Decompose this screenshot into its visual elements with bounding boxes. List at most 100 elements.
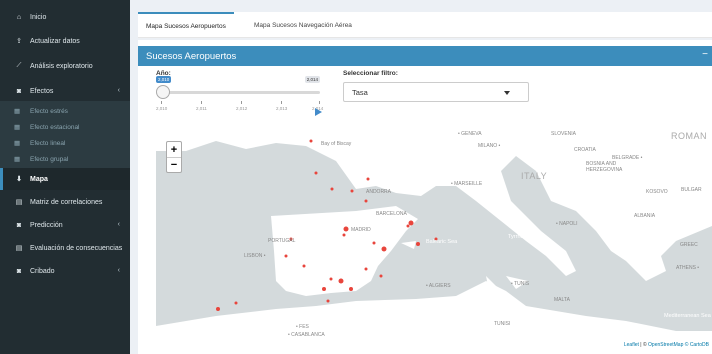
map-attribution: Leaflet | © OpenStreetMap © CartoDB xyxy=(620,342,712,348)
panel-title: Sucesos Aeropuertos xyxy=(146,50,237,62)
map-label-country: BULGAR xyxy=(681,187,702,193)
slider-tick-label: 2,011 xyxy=(196,106,207,111)
map-label-country: PORTUGAL xyxy=(268,238,296,244)
slider-track[interactable] xyxy=(160,91,320,94)
map-label-country: ITALY xyxy=(521,171,548,181)
sidebar-item-label: Predicción xyxy=(30,221,63,229)
map-label-city: • FES xyxy=(296,324,309,330)
sidebar-subitem-label: Efecto estacional xyxy=(30,123,80,131)
land-africa xyxy=(156,281,712,348)
sidebar-item-label: Mapa xyxy=(30,175,48,183)
sidebar-item-analisis-exploratorio[interactable]: ⟋ Análisis exploratorio xyxy=(0,55,130,77)
sidebar-subitem-label: Efecto lineal xyxy=(30,139,66,147)
map-label-city: MILANO • xyxy=(478,143,501,149)
map-marker-icon: ⬇ xyxy=(16,176,22,183)
slider-tick xyxy=(319,101,320,104)
map-label-city: • TUNIS xyxy=(511,281,530,287)
sidebar-item-evaluacion-consecuencias[interactable]: ▤ Evaluación de consecuencias xyxy=(0,237,130,259)
sidebar-item-label: Cribado xyxy=(30,267,55,275)
map-label-country: ANDORRA xyxy=(366,189,392,195)
chevron-left-icon: ‹ xyxy=(117,221,120,228)
zoom-control: + − xyxy=(166,141,182,173)
sidebar-subitem-efecto-lineal[interactable]: ▦ Efecto lineal xyxy=(0,135,130,151)
land-balearic xyxy=(401,241,416,249)
sidebar-subitem-efecto-grupal[interactable]: ▦ Efecto grupal xyxy=(0,151,130,167)
map-label-city: • GENEVA xyxy=(458,131,482,137)
map-label-city: ATHENS • xyxy=(676,265,700,271)
osm-link[interactable]: OpenStreetMap xyxy=(648,342,683,348)
tab-mapa-sucesos-aeropuertos[interactable]: Mapa Sucesos Aeropuertos xyxy=(138,12,234,38)
attribution-separator: | © xyxy=(638,342,649,348)
map-label-city: • MARSEILLE xyxy=(451,181,483,187)
land-iberia xyxy=(271,206,418,296)
map-label-sea: Bay of Biscay xyxy=(321,141,352,147)
land-europe xyxy=(156,131,712,281)
sidebar-item-matriz-correlaciones[interactable]: ▤ Matriz de correlaciones xyxy=(0,191,130,213)
slider-handle[interactable] xyxy=(156,85,170,99)
map-label-city: • NAPOLI xyxy=(556,221,578,227)
main-content: Mapa Sucesos Aeropuertos Mapa Sucesos Na… xyxy=(130,0,712,354)
play-button[interactable] xyxy=(315,108,322,116)
sidebar-submenu-efectos: ▦ Efecto estrés ▦ Efecto estacional ▦ Ef… xyxy=(0,101,130,169)
map-label-sea: Tyrrhenian Sea xyxy=(508,234,546,240)
tab-bar: Mapa Sucesos Aeropuertos Mapa Sucesos Na… xyxy=(138,12,712,38)
slider-tick xyxy=(201,101,202,104)
sidebar-item-prediccion[interactable]: ◙ Predicción ‹ xyxy=(0,214,130,236)
map-label-country: ROMAN xyxy=(671,131,707,141)
car-icon: ◙ xyxy=(16,267,22,275)
calendar-icon: ▦ xyxy=(14,108,21,115)
sidebar-subitem-label: Efecto grupal xyxy=(30,155,69,163)
slider-tick xyxy=(161,101,162,104)
map-label-country: TUNISI xyxy=(494,321,511,327)
chevron-left-icon: ‹ xyxy=(117,87,120,94)
line-chart-icon: ⟋ xyxy=(16,62,22,69)
calendar-icon: ▦ xyxy=(14,156,21,163)
map-label-country: BOSNIA AND HERZEGOVINA xyxy=(586,161,623,173)
filter-label: Seleccionar filtro: xyxy=(343,70,398,77)
map-label-city: • CASABLANCA xyxy=(288,332,325,338)
sidebar-item-label: Análisis exploratorio xyxy=(30,62,93,70)
collapse-button[interactable]: − xyxy=(702,49,708,60)
slider-tick-label: 2,012 xyxy=(236,106,248,111)
chevron-left-icon: ‹ xyxy=(117,267,120,274)
sidebar-item-label: Actualizar datos xyxy=(30,37,80,45)
filter-select[interactable]: Tasa xyxy=(343,82,529,102)
map-label-country: KOSOVO xyxy=(646,189,668,195)
map-label-country: MALTA xyxy=(554,297,570,303)
calendar-icon: ▦ xyxy=(14,124,21,131)
map-view[interactable]: Bay of Biscay • GENEVA MILANO • SLOVENIA… xyxy=(156,131,712,348)
map-label-city: MADRID xyxy=(351,227,371,233)
sidebar-item-efectos[interactable]: ◙ Efectos ‹ xyxy=(0,80,130,102)
caret-down-icon xyxy=(504,91,510,95)
sidebar-item-label: Efectos xyxy=(30,87,54,95)
map-label-country: SLOVENIA xyxy=(551,131,577,137)
sidebar-item-mapa[interactable]: ⬇ Mapa xyxy=(0,168,130,190)
sidebar-subitem-efecto-estacional[interactable]: ▦ Efecto estacional xyxy=(0,119,130,135)
slider-max-value: 2,014 xyxy=(304,76,320,83)
zoom-in-button[interactable]: + xyxy=(167,142,181,157)
map-label-country: CROATIA xyxy=(574,147,596,153)
sidebar-item-label: Matriz de correlaciones xyxy=(30,198,103,206)
filter-selected-value: Tasa xyxy=(352,87,368,97)
tab-mapa-sucesos-navegacion-aerea[interactable]: Mapa Sucesos Navegación Aérea xyxy=(246,12,360,38)
sidebar-subitem-label: Efecto estrés xyxy=(30,107,68,115)
sidebar-item-actualizar-datos[interactable]: ⇪ Actualizar datos xyxy=(0,30,130,52)
slider-tick-label: 2,013 xyxy=(276,106,288,111)
leaflet-link[interactable]: Leaflet xyxy=(624,342,639,348)
sidebar: ⌂ Inicio ⇪ Actualizar datos ⟋ Análisis e… xyxy=(0,0,130,354)
year-slider[interactable]: 2,010 2,014 2,010 2,011 2,012 2,013 2,01… xyxy=(156,76,326,119)
table-icon: ▤ xyxy=(15,245,23,252)
sidebar-item-inicio[interactable]: ⌂ Inicio xyxy=(0,6,130,28)
upload-icon: ⇪ xyxy=(16,38,22,45)
slider-tick xyxy=(241,101,242,104)
table-icon: ▤ xyxy=(15,199,23,206)
sidebar-item-cribado[interactable]: ◙ Cribado ‹ xyxy=(0,260,130,282)
slider-tick-label: 2,010 xyxy=(156,106,168,111)
map-label-city: • ALGIERS xyxy=(426,283,451,289)
slider-from-value: 2,010 xyxy=(156,76,172,83)
sidebar-subitem-efecto-estres[interactable]: ▦ Efecto estrés xyxy=(0,103,130,119)
map-label-city: LISBON • xyxy=(244,253,266,259)
carto-link[interactable]: © CartoDB xyxy=(685,342,709,348)
zoom-out-button[interactable]: − xyxy=(167,157,181,172)
map-label-sea: Mediterranean Sea xyxy=(664,313,711,319)
